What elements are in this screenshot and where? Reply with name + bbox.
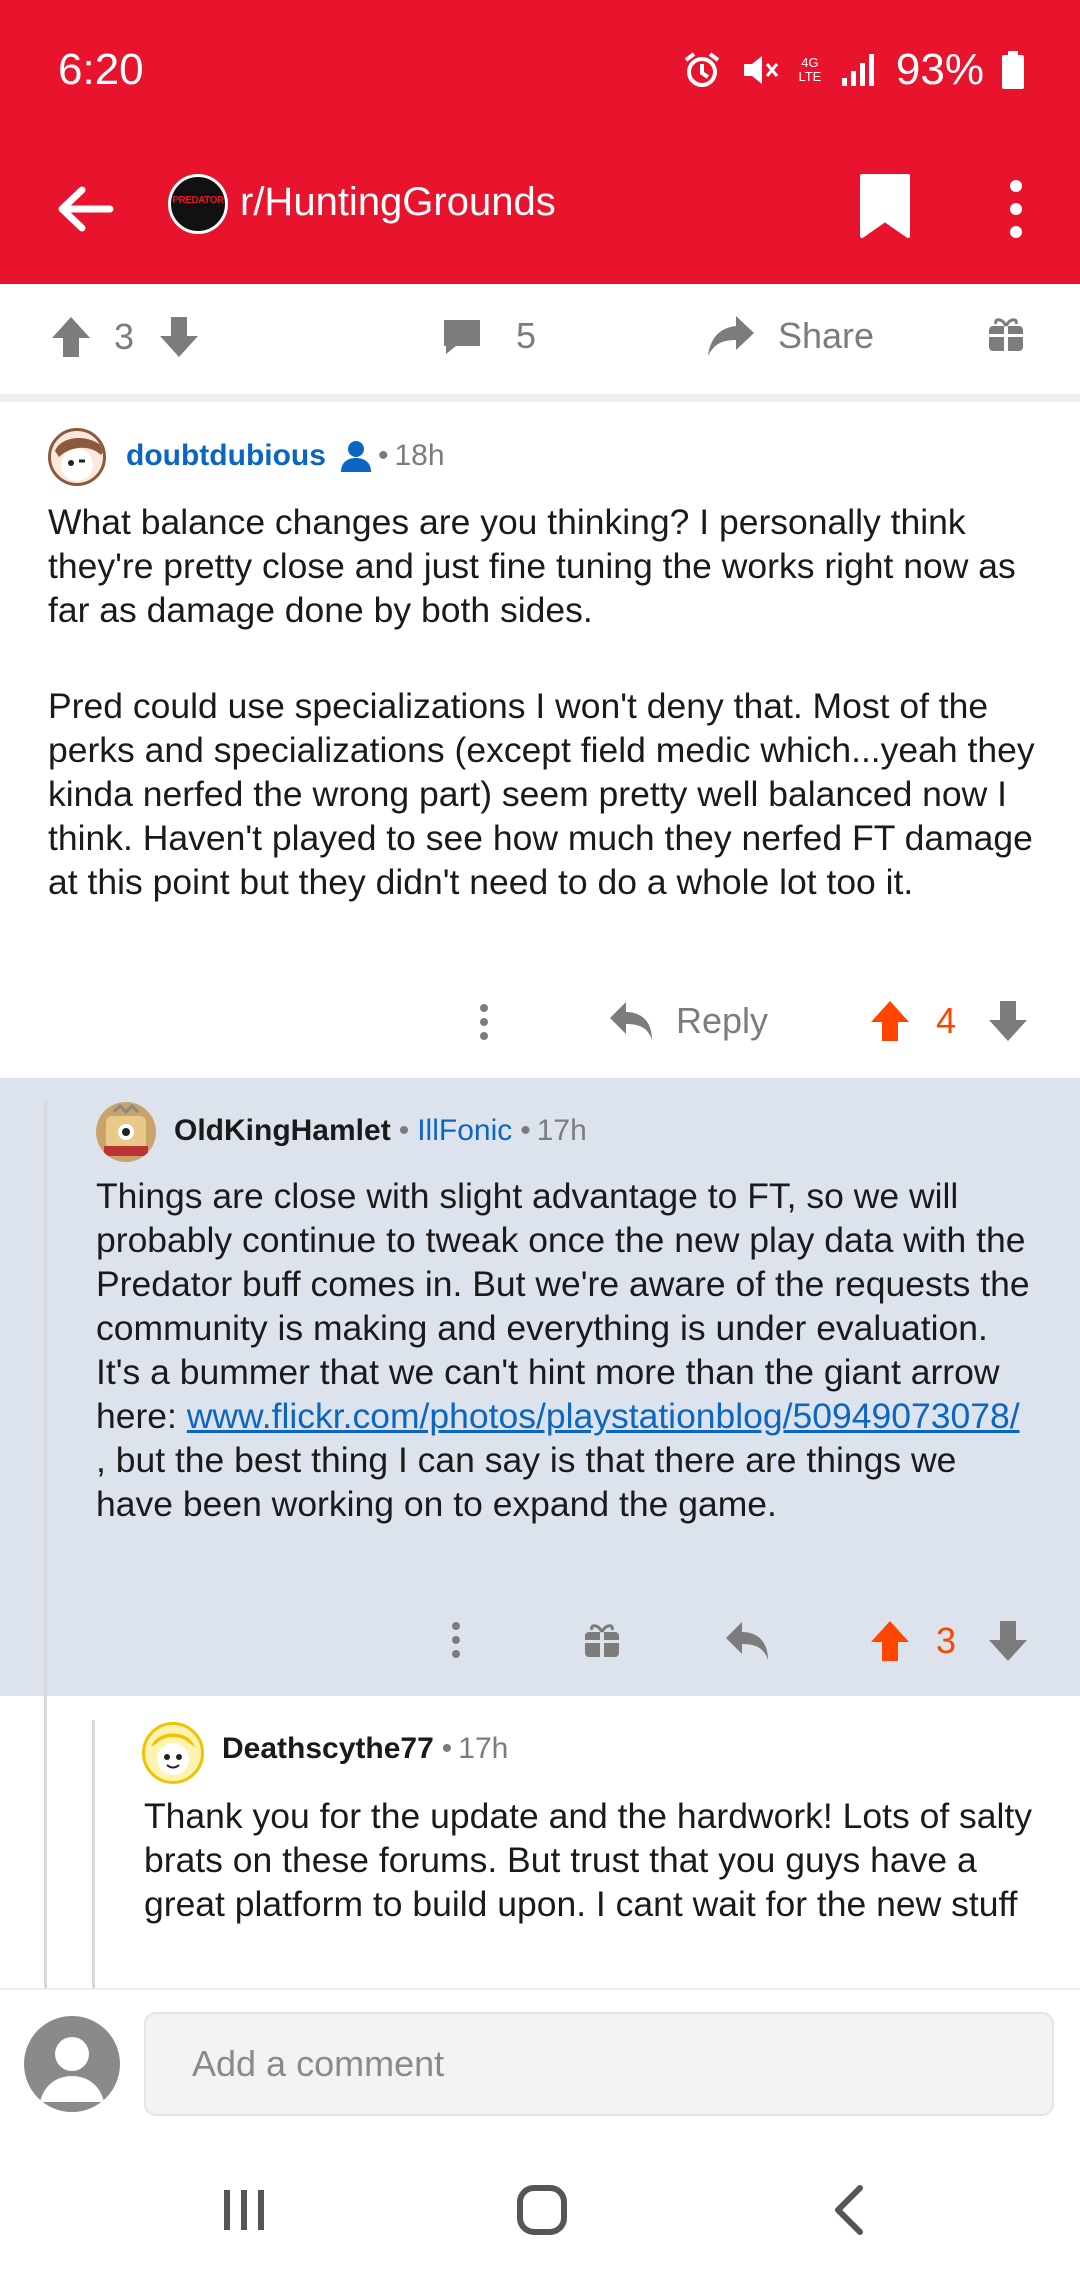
comment-doubtdubious: doubtdubious • 18h What balance changes … <box>0 402 1080 1078</box>
share-arrow-icon <box>706 314 756 358</box>
more-options-icon[interactable] <box>472 1000 496 1044</box>
recent-apps-icon[interactable] <box>214 2180 274 2240</box>
comment-author[interactable]: doubtdubious <box>126 439 326 473</box>
reply-arrow-icon[interactable] <box>724 1618 770 1664</box>
user-avatar-icon[interactable] <box>24 2016 120 2112</box>
battery-icon <box>1002 51 1024 89</box>
gift-icon[interactable] <box>582 1620 622 1660</box>
downvote-icon[interactable] <box>986 998 1030 1044</box>
status-bar: 6:20 4G LTE 93% <box>0 0 1080 140</box>
thread-line <box>92 1720 95 1988</box>
comment-count: 5 <box>516 315 537 356</box>
back-arrow-icon[interactable] <box>50 174 120 244</box>
comment-author[interactable]: OldKingHamlet <box>174 1114 391 1148</box>
comment-age: 17h <box>458 1732 509 1765</box>
comment-paragraph: What balance changes are you thinking? I… <box>48 502 1016 630</box>
comment-body: Things are close with slight advantage t… <box>96 1174 1036 1526</box>
home-icon[interactable] <box>512 2180 572 2240</box>
system-nav-bar <box>0 2138 1080 2280</box>
comment-body: Thank you for the update and the hardwor… <box>144 1796 1033 1924</box>
bookmark-icon[interactable] <box>856 172 914 242</box>
upvote-icon[interactable] <box>48 314 94 360</box>
post-score: 3 <box>114 316 135 357</box>
subreddit-name[interactable]: r/HuntingGrounds <box>240 180 556 225</box>
subreddit-avatar-text: PREDATOR <box>172 195 224 206</box>
avatar[interactable] <box>142 1722 204 1784</box>
signal-icon <box>840 52 878 88</box>
upvote-icon[interactable] <box>868 1618 912 1664</box>
comment-deathscythe77: Deathscythe77 • 17h Thank you for the up… <box>0 1696 1080 1988</box>
op-person-icon <box>338 438 374 474</box>
flickr-link[interactable]: www.flickr.com/photos/playstationblog/50… <box>187 1396 1020 1436</box>
network-type: 4G LTE <box>798 55 822 84</box>
mute-icon <box>740 50 780 90</box>
share-button[interactable]: Share <box>706 314 874 358</box>
comments-button[interactable]: 5 <box>440 314 536 358</box>
comment-oldkinghamlet: OldKingHamlet • IllFonic • 17h Things ar… <box>0 1078 1080 1696</box>
comment-actions: Reply 4 <box>472 994 1038 1050</box>
add-comment-input[interactable]: Add a comment <box>144 2012 1054 2116</box>
app-bar: PREDATOR r/HuntingGrounds <box>0 140 1080 284</box>
comment-paragraph: Pred could use specializations I won't d… <box>48 686 1035 902</box>
thread-line <box>44 1696 47 1988</box>
reply-arrow-icon[interactable] <box>608 998 654 1044</box>
comment-age: 17h <box>536 1114 587 1147</box>
comment-composer: Add a comment <box>0 1988 1080 2140</box>
reply-button[interactable]: Reply <box>676 1000 768 1042</box>
downvote-icon[interactable] <box>986 1618 1030 1664</box>
comment-author[interactable]: Deathscythe77 <box>222 1732 434 1766</box>
comment-body: What balance changes are you thinking? I… <box>48 500 1058 956</box>
more-options-icon[interactable] <box>994 174 1038 244</box>
comment-bubble-icon <box>440 314 484 358</box>
comment-actions: 3 <box>444 1612 1038 1668</box>
award-button[interactable] <box>986 314 1026 354</box>
comment-text: , but the best thing I can say is that t… <box>96 1440 957 1524</box>
alarm-icon <box>682 50 722 90</box>
comment-score: 4 <box>936 1000 957 1041</box>
avatar[interactable] <box>96 1102 156 1162</box>
back-icon[interactable] <box>820 2180 880 2240</box>
subreddit-avatar[interactable]: PREDATOR <box>168 174 228 234</box>
gift-icon <box>986 314 1026 354</box>
comment-age: 18h <box>394 439 445 472</box>
battery-percent: 93% <box>895 45 984 94</box>
post-action-bar: 3 5 Share <box>0 284 1080 402</box>
comment-score: 3 <box>936 1620 957 1661</box>
avatar[interactable] <box>48 428 106 486</box>
upvote-icon[interactable] <box>868 998 912 1044</box>
more-options-icon[interactable] <box>444 1618 468 1662</box>
thread-line <box>44 1102 47 1696</box>
user-flair: IllFonic <box>417 1114 513 1147</box>
share-label: Share <box>778 315 875 356</box>
status-time: 6:20 <box>58 45 144 94</box>
downvote-icon[interactable] <box>156 314 202 360</box>
